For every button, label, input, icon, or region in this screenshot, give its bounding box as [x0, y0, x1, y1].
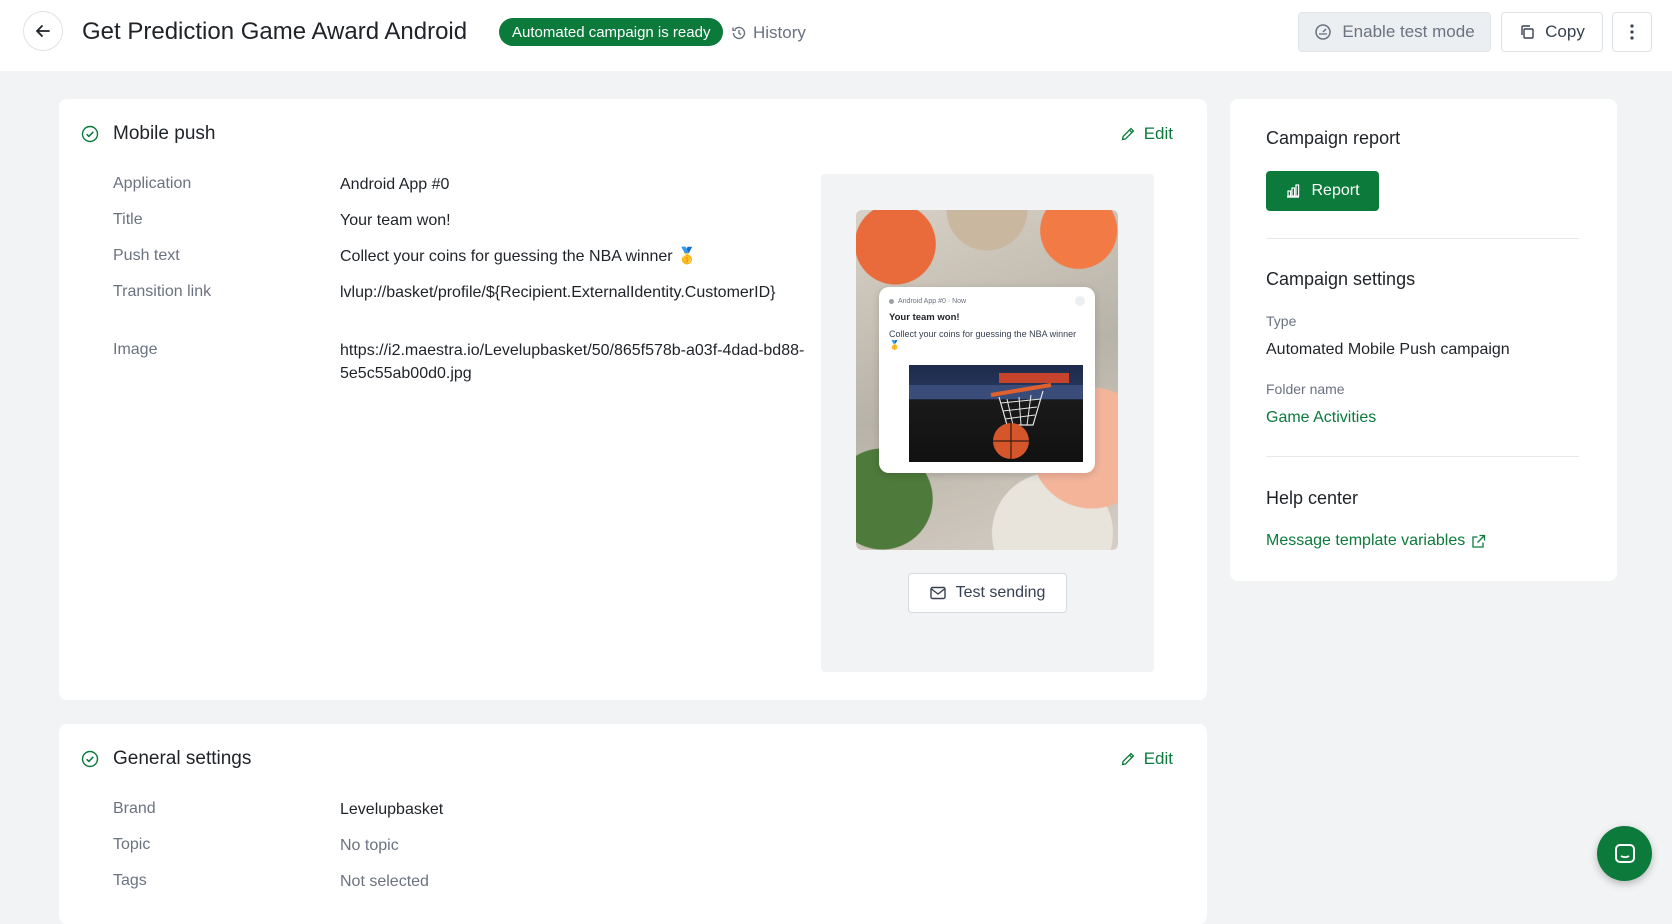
pencil-icon [1121, 127, 1135, 141]
report-button[interactable]: Report [1266, 171, 1379, 211]
enable-test-mode-button[interactable]: Enable test mode [1298, 12, 1491, 52]
help-center-heading: Help center [1266, 488, 1359, 508]
copy-label: Copy [1545, 22, 1585, 41]
notification-app-line: Android App #0 · Now [889, 296, 1085, 306]
mobile-push-edit-button[interactable]: Edit [1120, 124, 1173, 144]
brand-label: Brand [113, 800, 156, 817]
mail-icon [929, 586, 946, 600]
mobile-push-header: Mobile push [81, 123, 215, 145]
back-button[interactable] [23, 11, 63, 51]
external-link-icon [1472, 534, 1486, 548]
pencil-icon [1121, 752, 1135, 766]
title-value: Your team won! [340, 212, 451, 229]
application-value: Android App #0 [340, 176, 450, 193]
notification-body: Collect your coins for guessing the NBA … [889, 329, 1077, 350]
preview-background-image: Android App #0 · Now Your team won! Coll… [856, 210, 1118, 550]
check-circle-icon [81, 750, 99, 768]
bar-chart-icon [1287, 184, 1300, 198]
copy-button[interactable]: Copy [1501, 12, 1603, 52]
brand-value: Levelupbasket [340, 801, 444, 818]
application-label: Application [113, 175, 192, 192]
help-link-label: Message template variables [1266, 532, 1466, 549]
push-text-label: Push text [113, 247, 180, 264]
android-icon [889, 298, 894, 304]
status-badge: Automated campaign is ready [499, 18, 724, 46]
divider [1266, 238, 1579, 239]
push-text-value: Collect your coins for guessing the NBA … [340, 248, 697, 265]
message-template-variables-link[interactable]: Message template variables [1266, 532, 1486, 550]
general-settings-heading: General settings [113, 748, 252, 769]
gauge-icon [1315, 24, 1332, 40]
check-circle-icon [81, 125, 99, 143]
expand-icon [1075, 296, 1085, 306]
report-label: Report [1311, 182, 1360, 199]
mobile-push-card: Mobile push Edit Application Android App… [59, 99, 1207, 700]
type-value: Automated Mobile Push campaign [1266, 341, 1510, 358]
folder-name-label: Folder name [1266, 381, 1345, 397]
folder-name-link[interactable]: Game Activities [1266, 409, 1376, 427]
chat-support-button[interactable] [1597, 826, 1652, 881]
basketball-hoop-image [909, 365, 1083, 462]
image-label: Image [113, 341, 158, 358]
more-vertical-icon [1630, 24, 1634, 40]
campaign-report-heading: Campaign report [1266, 128, 1401, 148]
history-link[interactable]: History [731, 22, 806, 44]
edit-label: Edit [1143, 124, 1173, 143]
chat-icon [1614, 843, 1635, 863]
topic-label: Topic [113, 836, 151, 853]
notification-preview: Android App #0 · Now Your team won! Coll… [879, 287, 1095, 473]
campaign-sidebar-card: Campaign report Report Campaign settings… [1230, 99, 1617, 581]
tags-value: Not selected [340, 873, 429, 890]
test-sending-label: Test sending [955, 584, 1046, 601]
test-sending-button[interactable]: Test sending [908, 573, 1067, 613]
history-label: History [753, 23, 806, 42]
topic-value: No topic [340, 837, 399, 854]
top-header: Get Prediction Game Award Android Automa… [0, 0, 1672, 71]
transition-link-label: Transition link [113, 283, 212, 300]
edit-label: Edit [1143, 749, 1173, 768]
divider [1266, 456, 1579, 457]
campaign-settings-heading: Campaign settings [1266, 269, 1416, 289]
copy-icon [1521, 25, 1534, 39]
general-settings-card: General settings Edit Brand Levelupbaske… [59, 724, 1207, 924]
general-settings-edit-button[interactable]: Edit [1120, 749, 1173, 769]
arrow-left-icon [36, 25, 50, 37]
image-url-value: https://i2.maestra.io/Levelupbasket/50/8… [340, 342, 805, 382]
page-title: Get Prediction Game Award Android [82, 18, 468, 45]
type-label: Type [1266, 313, 1297, 329]
history-icon [732, 26, 746, 40]
general-settings-header: General settings [81, 748, 251, 770]
tags-label: Tags [113, 872, 147, 889]
mobile-push-heading: Mobile push [113, 123, 216, 144]
transition-link-value: lvlup://basket/profile/${Recipient.Exter… [340, 284, 776, 301]
title-label: Title [113, 211, 143, 228]
more-options-button[interactable] [1612, 12, 1652, 52]
enable-test-mode-label: Enable test mode [1342, 22, 1475, 41]
push-preview-panel: Android App #0 · Now Your team won! Coll… [821, 174, 1154, 672]
notification-title: Your team won! [889, 312, 960, 323]
